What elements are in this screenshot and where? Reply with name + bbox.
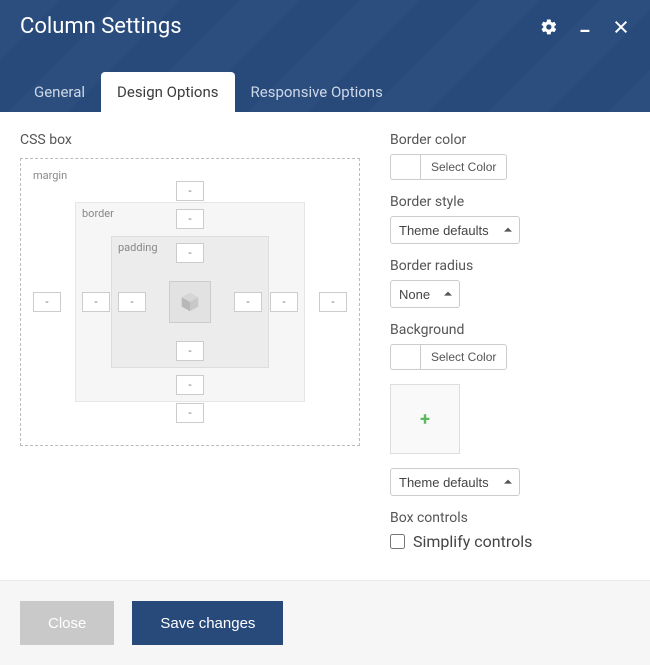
cube-icon [179,291,201,313]
simplify-controls-checkbox[interactable] [390,534,405,549]
margin-right-input[interactable] [319,292,347,312]
margin-layer: margin border padding [27,165,353,439]
background-style-select[interactable]: Theme defaults [390,468,520,496]
cssbox-column: CSS box margin border padding [20,132,360,565]
label-box-controls: Box controls [390,510,630,526]
padding-layer: padding [111,236,269,368]
field-border-color: Border color Select Color [390,132,630,180]
header-icons: _ [540,18,630,36]
padding-left-input[interactable] [118,292,146,312]
margin-bottom-input[interactable] [176,403,204,423]
border-radius-select[interactable]: None [390,280,460,308]
field-border-style: Border style Theme defaults [390,194,630,244]
margin-top-input[interactable] [176,181,204,201]
cssbox-title: CSS box [20,132,360,148]
label-background: Background [390,322,630,338]
background-color-swatch[interactable] [390,344,420,370]
border-right-input[interactable] [270,292,298,312]
add-background-image-button[interactable]: + [390,384,460,454]
border-left-input[interactable] [82,292,110,312]
label-border-color: Border color [390,132,630,148]
border-style-select[interactable]: Theme defaults [390,216,520,244]
dialog-header: Column Settings _ General Design Options… [0,0,650,112]
save-changes-button[interactable]: Save changes [132,601,283,645]
minimize-icon[interactable]: _ [576,18,594,36]
tab-responsive-options[interactable]: Responsive Options [235,72,399,112]
field-box-controls: Box controls Simplify controls [390,510,630,551]
label-border-radius: Border radius [390,258,630,274]
close-icon[interactable] [612,18,630,36]
tab-bar: General Design Options Responsive Option… [0,72,399,112]
tab-design-options[interactable]: Design Options [101,72,235,112]
options-column: Border color Select Color Border style T… [390,132,630,565]
plus-icon: + [420,409,430,430]
margin-left-input[interactable] [33,292,61,312]
field-background: Background Select Color [390,322,630,370]
tab-general[interactable]: General [18,72,101,112]
field-background-style: Theme defaults [390,468,630,496]
margin-label: margin [33,169,67,182]
dialog-title: Column Settings [20,14,182,39]
simplify-controls-label: Simplify controls [413,532,532,551]
select-border-color-button[interactable]: Select Color [420,154,507,180]
border-color-swatch[interactable] [390,154,420,180]
border-top-input[interactable] [176,209,204,229]
padding-bottom-input[interactable] [176,341,204,361]
border-layer: border padding [75,202,305,402]
padding-right-input[interactable] [234,292,262,312]
dialog-body: CSS box margin border padding [0,112,650,575]
simplify-controls-row[interactable]: Simplify controls [390,532,630,551]
padding-label: padding [118,241,158,254]
gear-icon[interactable] [540,18,558,36]
border-label: border [82,207,114,220]
content-box [169,281,211,323]
dialog-footer: Close Save changes [0,580,650,665]
padding-top-input[interactable] [176,243,204,263]
close-button[interactable]: Close [20,601,114,645]
border-bottom-input[interactable] [176,375,204,395]
label-border-style: Border style [390,194,630,210]
field-border-radius: Border radius None [390,258,630,308]
select-background-color-button[interactable]: Select Color [420,344,507,370]
cssbox-diagram: margin border padding [20,158,360,446]
